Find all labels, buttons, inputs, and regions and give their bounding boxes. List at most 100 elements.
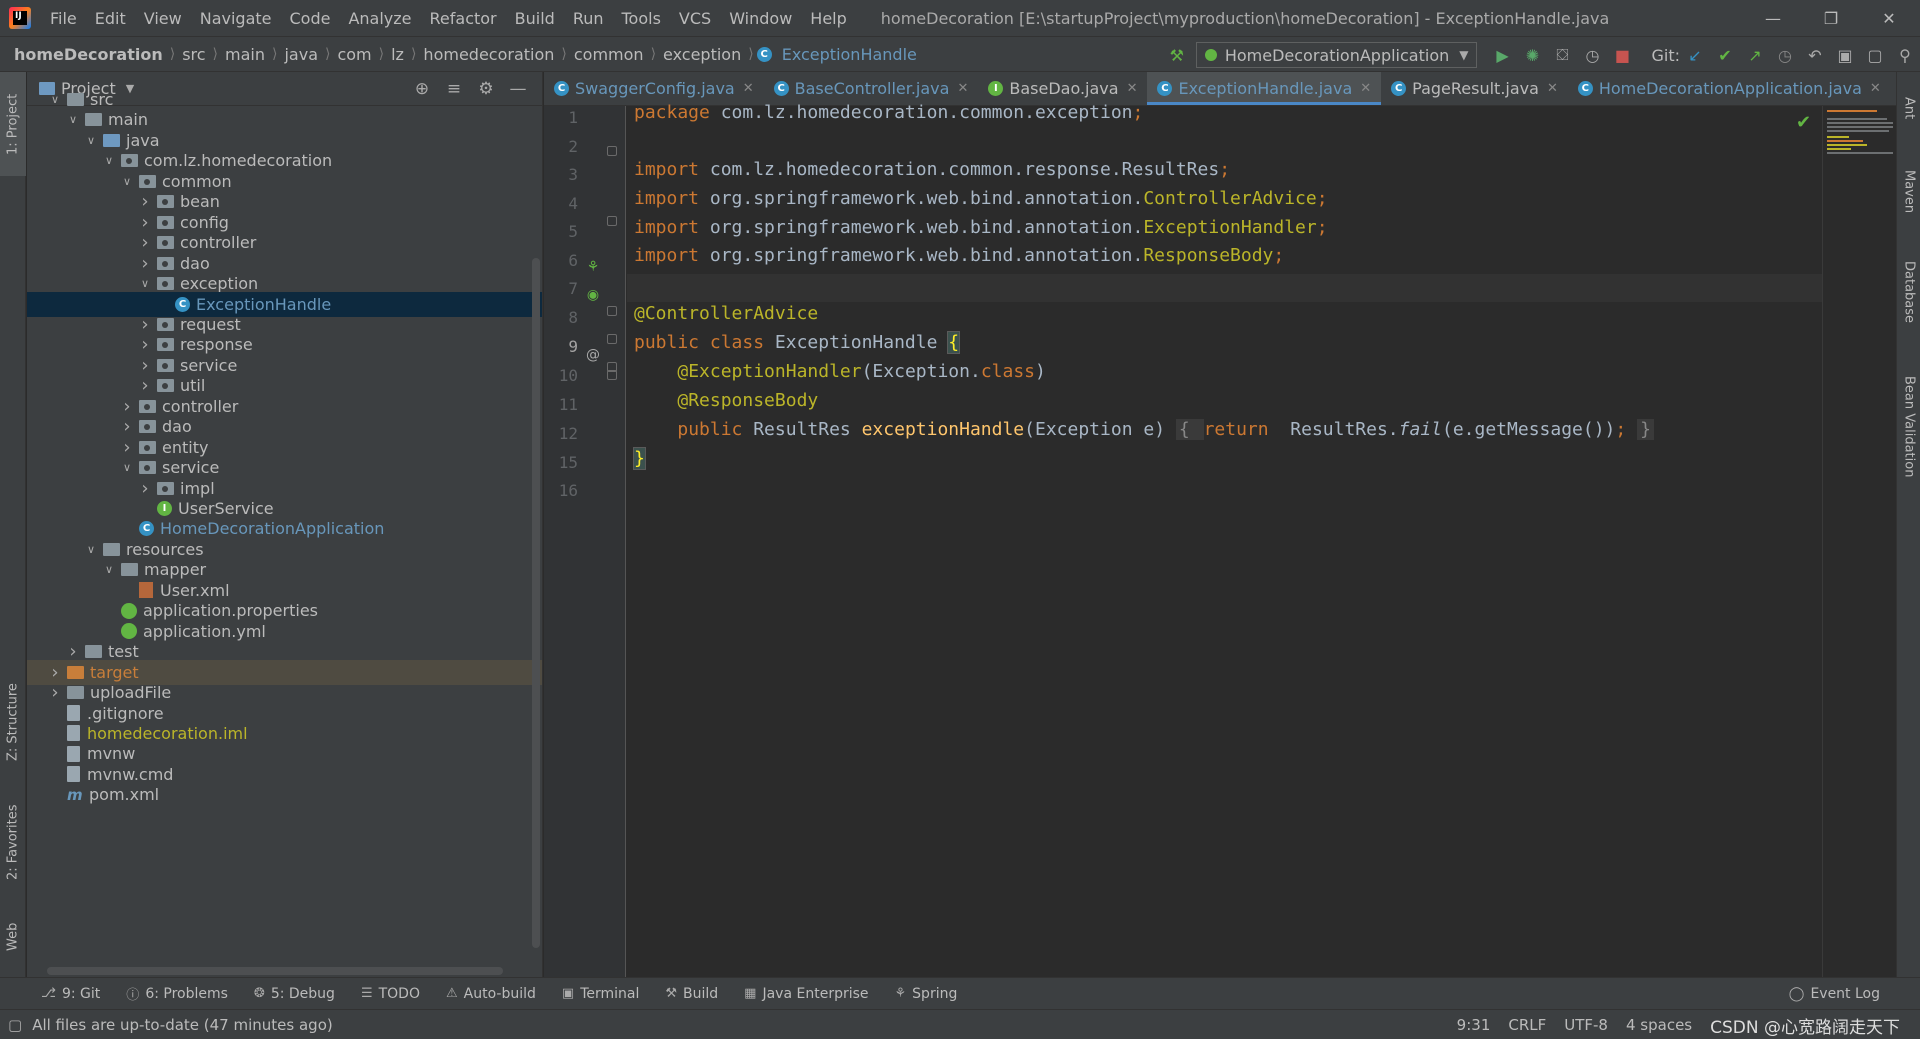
- stop-icon[interactable]: ■: [1607, 40, 1637, 70]
- chevron-down-icon[interactable]: ∨: [119, 175, 135, 188]
- git-update-icon[interactable]: ↙: [1680, 40, 1710, 70]
- chevron-down-icon[interactable]: ∨: [101, 154, 117, 167]
- caret-position[interactable]: 9:31: [1457, 1016, 1491, 1034]
- code-editor[interactable]: package com.lz.homedecoration.common.exc…: [627, 102, 1822, 977]
- no-problems-check-icon[interactable]: ✔: [1796, 112, 1811, 133]
- rollback-icon[interactable]: ↶: [1800, 40, 1830, 70]
- breadcrumb-item[interactable]: java: [280, 45, 322, 64]
- chevron-down-icon[interactable]: ∨: [83, 543, 99, 556]
- run-configuration-select[interactable]: HomeDecorationApplication ▼: [1195, 42, 1478, 68]
- close-tab-icon[interactable]: ✕: [1360, 81, 1371, 96]
- bean-validation-tool-tab[interactable]: Bean Validation: [1897, 352, 1920, 502]
- editor-tab[interactable]: C PageResult.java ✕: [1381, 72, 1568, 105]
- indent-setting[interactable]: 4 spaces: [1626, 1016, 1692, 1034]
- git-history-icon[interactable]: ◷: [1770, 40, 1800, 70]
- favorites-tool-tab[interactable]: 2: Favorites: [0, 792, 26, 892]
- fold-marker-icon[interactable]: [607, 306, 617, 316]
- tool-window-button[interactable]: ▣ Terminal: [549, 984, 652, 1003]
- toggle-tool-windows-icon[interactable]: ▢: [8, 1016, 22, 1034]
- presentation-mode-icon[interactable]: ▢: [1860, 40, 1890, 70]
- breadcrumb-item[interactable]: src: [178, 45, 209, 64]
- maven-tool-tab[interactable]: Maven: [1897, 152, 1920, 232]
- restore-icon[interactable]: ❐: [1802, 0, 1860, 36]
- code-minimap[interactable]: [1822, 106, 1896, 977]
- menu-edit[interactable]: Edit: [86, 9, 135, 28]
- method-annotation-icon[interactable]: @: [584, 347, 602, 365]
- menu-navigate[interactable]: Navigate: [191, 9, 281, 28]
- editor-tab[interactable]: C ExceptionHandle.java ✕: [1147, 72, 1382, 105]
- structure-tool-tab[interactable]: Z: Structure: [0, 672, 26, 772]
- event-log-button[interactable]: ◯ Event Log: [1789, 978, 1880, 1010]
- fold-marker-icon[interactable]: [607, 334, 617, 344]
- database-tool-tab[interactable]: Database: [1897, 242, 1920, 342]
- fold-marker-icon[interactable]: [607, 216, 617, 226]
- menu-code[interactable]: Code: [281, 9, 340, 28]
- profile-icon[interactable]: ◷: [1577, 40, 1607, 70]
- menu-view[interactable]: View: [135, 9, 191, 28]
- menu-refactor[interactable]: Refactor: [421, 9, 506, 28]
- close-tab-icon[interactable]: ✕: [1127, 81, 1138, 96]
- debug-icon[interactable]: ✺: [1517, 40, 1547, 70]
- breadcrumb-item[interactable]: common: [570, 45, 648, 64]
- close-tab-icon[interactable]: ✕: [1547, 81, 1558, 96]
- menu-tools[interactable]: Tools: [613, 9, 670, 28]
- chevron-down-icon[interactable]: ∨: [65, 113, 81, 126]
- close-tab-icon[interactable]: ✕: [1870, 81, 1881, 96]
- chevron-down-icon[interactable]: ∨: [119, 461, 135, 474]
- breadcrumb-item[interactable]: ExceptionHandle: [778, 45, 921, 64]
- tool-window-button[interactable]: ❂ 5: Debug: [241, 984, 348, 1003]
- debug-icon: ❂: [253, 986, 265, 1001]
- spring-class-gutter-icon[interactable]: ◉: [584, 287, 602, 305]
- breadcrumb-item[interactable]: homeDecoration: [0, 45, 167, 64]
- breadcrumb-item[interactable]: main: [221, 45, 269, 64]
- breadcrumb-item[interactable]: lz: [387, 45, 408, 64]
- project-structure-icon[interactable]: ▣: [1830, 40, 1860, 70]
- project-vertical-scrollbar[interactable]: [532, 258, 540, 948]
- menu-build[interactable]: Build: [506, 9, 564, 28]
- menu-file[interactable]: File: [41, 9, 86, 28]
- navigation-bar: homeDecoration ⟩ src ⟩ main ⟩ java ⟩ com ⟩ lz ⟩ home…: [0, 36, 1920, 72]
- project-tool-tab[interactable]: 1: Project: [0, 72, 26, 176]
- close-tab-icon[interactable]: ✕: [743, 81, 754, 96]
- menu-analyze[interactable]: Analyze: [339, 9, 420, 28]
- line-separator[interactable]: CRLF: [1508, 1016, 1546, 1034]
- breadcrumb-item[interactable]: com: [333, 45, 375, 64]
- tool-window-button[interactable]: ⓘ 6: Problems: [113, 984, 241, 1004]
- git-commit-icon[interactable]: ✔: [1710, 40, 1740, 70]
- tool-window-button[interactable]: ⚠ Auto-build: [433, 984, 549, 1003]
- breadcrumb-item[interactable]: exception: [659, 45, 745, 64]
- search-icon[interactable]: ⚲: [1890, 40, 1920, 70]
- tree-item-label: service: [162, 458, 220, 478]
- chevron-down-icon[interactable]: ∨: [47, 93, 63, 106]
- close-tab-icon[interactable]: ✕: [957, 81, 968, 96]
- fold-marker-icon[interactable]: [607, 146, 617, 156]
- chevron-down-icon[interactable]: ∨: [137, 277, 153, 290]
- tool-window-button[interactable]: ⚒ Build: [652, 984, 731, 1003]
- spring-bean-icon[interactable]: ⚘: [584, 259, 602, 277]
- close-window-icon[interactable]: ✕: [1860, 0, 1918, 36]
- menu-vcs[interactable]: VCS: [670, 9, 720, 28]
- file-encoding[interactable]: UTF-8: [1564, 1016, 1608, 1034]
- menu-run[interactable]: Run: [564, 9, 613, 28]
- tool-window-button[interactable]: ☰ TODO: [348, 984, 433, 1003]
- tool-window-button[interactable]: ⎇ 9: Git: [28, 984, 113, 1003]
- git-push-icon[interactable]: ↗: [1740, 40, 1770, 70]
- spring-boot-icon: [1204, 49, 1217, 61]
- tree-item[interactable]: m pom.xml: [27, 782, 542, 807]
- editor-tab[interactable]: C HomeDecorationApplication.java ✕: [1568, 72, 1891, 105]
- tool-window-button[interactable]: ▦ Java Enterprise: [731, 984, 881, 1003]
- menu-window[interactable]: Window: [720, 9, 801, 28]
- coverage-icon[interactable]: ⛋: [1547, 40, 1577, 70]
- chevron-down-icon[interactable]: ∨: [101, 563, 117, 576]
- chevron-down-icon[interactable]: ∨: [83, 134, 99, 147]
- build-hammer-icon[interactable]: ⚒: [1162, 40, 1192, 70]
- minimize-icon[interactable]: —: [1744, 0, 1802, 36]
- menu-help[interactable]: Help: [801, 9, 855, 28]
- run-icon[interactable]: ▶: [1487, 40, 1517, 70]
- tool-window-button[interactable]: ⚘ Spring: [882, 984, 971, 1003]
- ant-tool-tab[interactable]: Ant: [1897, 78, 1920, 138]
- project-horizontal-scrollbar[interactable]: [47, 967, 503, 975]
- breadcrumb-item[interactable]: homedecoration: [419, 45, 558, 64]
- web-tool-tab[interactable]: Web: [0, 907, 26, 967]
- fold-marker-icon[interactable]: [607, 370, 617, 380]
